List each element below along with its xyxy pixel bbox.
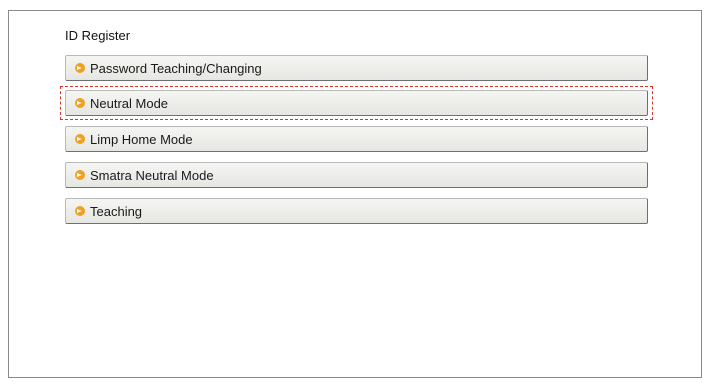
menu-item-label: Teaching xyxy=(90,203,143,219)
menu-item-label: Neutral Mode xyxy=(90,95,169,111)
limp-home-mode-button[interactable]: Limp Home Mode xyxy=(65,126,648,152)
arrow-right-circle-icon xyxy=(75,63,85,73)
arrow-right-circle-icon xyxy=(75,206,85,216)
arrow-right-circle-icon xyxy=(75,98,85,108)
page-title: ID Register xyxy=(65,28,131,43)
arrow-right-circle-icon xyxy=(75,134,85,144)
main-panel: ID Register Password Teaching/Changing N… xyxy=(8,10,702,378)
menu-item-label: Smatra Neutral Mode xyxy=(90,167,214,183)
menu-item-label: Limp Home Mode xyxy=(90,131,193,147)
menu-item-label: Password Teaching/Changing xyxy=(90,60,262,76)
password-teaching-button[interactable]: Password Teaching/Changing xyxy=(65,55,648,81)
arrow-right-circle-icon xyxy=(75,170,85,180)
smatra-neutral-mode-button[interactable]: Smatra Neutral Mode xyxy=(65,162,648,188)
neutral-mode-button[interactable]: Neutral Mode xyxy=(65,90,648,116)
teaching-button[interactable]: Teaching xyxy=(65,198,648,224)
